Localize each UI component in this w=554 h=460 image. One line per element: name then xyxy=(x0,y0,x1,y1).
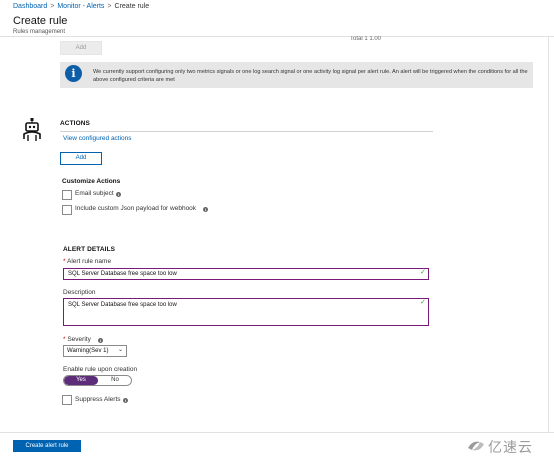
rule-name-label: * Alert rule name xyxy=(63,258,111,265)
add-action-button[interactable]: Add xyxy=(60,152,102,165)
breadcrumb-dashboard[interactable]: Dashboard xyxy=(13,3,47,10)
footer-divider xyxy=(0,432,554,433)
valid-check-icon: ✓ xyxy=(420,269,426,276)
watermark-logo-icon xyxy=(468,441,484,451)
valid-check-icon: ✓ xyxy=(420,299,426,306)
info-icon[interactable]: i xyxy=(203,207,208,212)
breadcrumb: Dashboard > Monitor - Alerts > Create rule xyxy=(13,3,149,10)
customize-actions-heading: Customize Actions xyxy=(62,178,121,185)
watermark-text: 亿速云 xyxy=(488,439,533,455)
info-icon[interactable]: i xyxy=(123,398,128,403)
rule-name-input[interactable]: SQL Server Database free space too low xyxy=(63,268,429,280)
robot-icon xyxy=(23,118,41,141)
toggle-yes[interactable]: Yes xyxy=(64,376,98,385)
toggle-no[interactable]: No xyxy=(98,376,131,385)
page-title: Create rule xyxy=(13,15,68,27)
enable-rule-label: Enable rule upon creation xyxy=(63,366,138,373)
custom-json-label: Include custom Json payload for webhook xyxy=(75,205,197,212)
condition-total-text: Total 1 1.00 xyxy=(350,36,382,40)
description-value: SQL Server Database free space too low xyxy=(68,302,177,308)
actions-heading: ACTIONS xyxy=(60,120,90,127)
breadcrumb-current: Create rule xyxy=(114,3,150,10)
view-configured-actions-link[interactable]: View configured actions xyxy=(63,135,132,142)
custom-json-checkbox[interactable] xyxy=(62,205,72,215)
breadcrumb-monitor-alerts[interactable]: Monitor - Alerts xyxy=(57,3,104,10)
actions-divider xyxy=(60,131,433,132)
page-subtitle: Rules management xyxy=(13,29,66,35)
add-condition-button[interactable]: Add xyxy=(60,41,102,55)
create-alert-rule-button[interactable]: Create alert rule xyxy=(13,440,81,452)
severity-select[interactable]: Warning(Sev 1) ⌄ xyxy=(63,345,127,357)
info-icon: i xyxy=(65,65,82,82)
info-banner-text: We currently support configuring only tw… xyxy=(93,69,528,83)
panel-scrollbar[interactable] xyxy=(548,37,549,432)
info-icon[interactable]: i xyxy=(98,338,103,343)
description-label: Description xyxy=(63,289,96,296)
email-subject-label: Email subject xyxy=(75,190,114,197)
chevron-down-icon: ⌄ xyxy=(117,347,123,353)
enable-rule-toggle[interactable]: Yes No xyxy=(63,375,132,386)
suppress-alerts-checkbox[interactable] xyxy=(62,395,72,405)
email-subject-checkbox[interactable] xyxy=(62,190,72,200)
description-textarea[interactable]: SQL Server Database free space too low xyxy=(63,298,429,326)
rule-name-value: SQL Server Database free space too low xyxy=(68,271,177,277)
severity-label-text: Severity xyxy=(67,336,91,343)
severity-value: Warning(Sev 1) xyxy=(67,348,109,354)
info-icon[interactable]: i xyxy=(116,192,121,197)
rule-name-label-text: Alert rule name xyxy=(66,258,112,265)
severity-label: * Severity xyxy=(63,336,91,343)
alert-details-heading: ALERT DETAILS xyxy=(63,246,116,253)
suppress-alerts-label: Suppress Alerts xyxy=(75,396,121,403)
breadcrumb-separator: > xyxy=(50,3,55,10)
breadcrumb-separator: > xyxy=(107,3,112,10)
